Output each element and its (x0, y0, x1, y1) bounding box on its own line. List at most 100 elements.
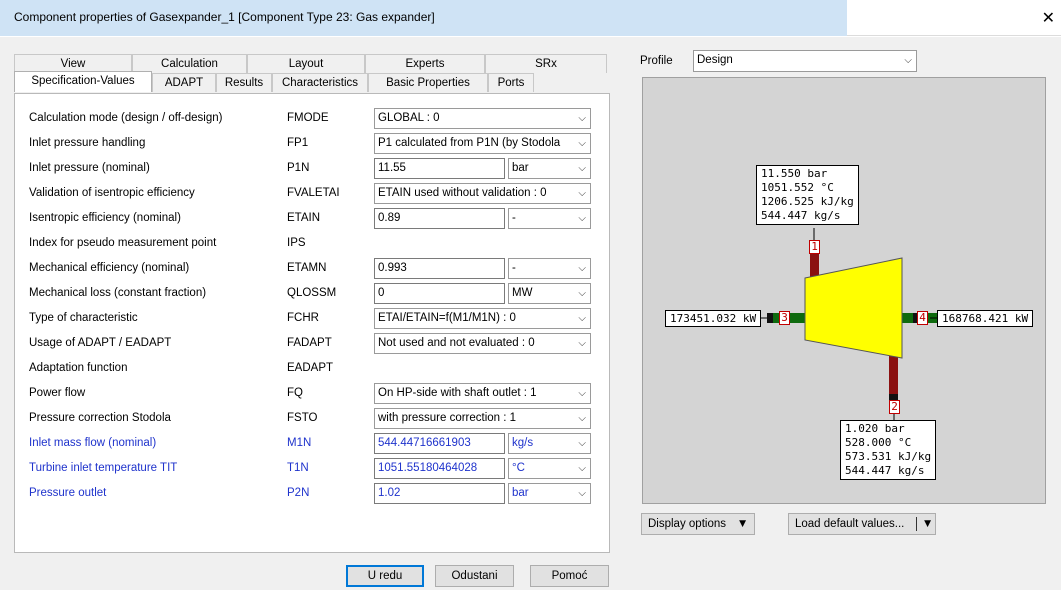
fp1-select[interactable]: P1 calculated from P1N (by Stodola ⌵ (374, 133, 591, 154)
title-bar: Component properties of Gasexpander_1 [C… (0, 0, 1061, 36)
chevron-down-icon: ⌵ (578, 388, 586, 399)
p1n-input[interactable]: 11.55 (374, 158, 505, 179)
t1n-unit: °C (512, 462, 525, 474)
row-etamn: Mechanical efficiency (nominal) ETAMN 0.… (29, 258, 594, 280)
port-4-label[interactable]: 4 (917, 311, 928, 325)
fq-select[interactable]: On HP-side with shaft outlet : 1 ⌵ (374, 383, 591, 404)
code-fp1: FP1 (287, 137, 309, 149)
t1n-input[interactable]: 1051.55180464028 (374, 458, 505, 479)
code-t1n: T1N (287, 462, 309, 474)
tab-layout[interactable]: Layout (247, 54, 365, 73)
etain-input[interactable]: 0.89 (374, 208, 505, 229)
fp1-value: P1 calculated from P1N (by Stodola (378, 137, 561, 149)
m1n-unit: kg/s (512, 437, 534, 449)
m1n-unit-select[interactable]: kg/s ⌵ (508, 433, 591, 454)
label-ips: Index for pseudo measurement point (29, 237, 217, 249)
chevron-down-icon: ⌵ (578, 288, 586, 299)
port-2-label[interactable]: 2 (889, 400, 900, 414)
code-etamn: ETAMN (287, 262, 327, 274)
help-button[interactable]: Pomoć (530, 565, 609, 587)
tab-results[interactable]: Results (216, 73, 272, 92)
label-qlossm: Mechanical loss (constant fraction) (29, 287, 207, 299)
row-fmode: Calculation mode (design / off-design) F… (29, 108, 594, 130)
close-icon[interactable]: ✕ (1042, 8, 1055, 27)
outlet-enthalpy: 573.531 kJ/kg (845, 450, 932, 463)
code-fadapt: FADAPT (287, 337, 332, 349)
label-fvaletai: Validation of isentropic efficiency (29, 187, 195, 199)
code-eadapt: EADAPT (287, 362, 334, 374)
chevron-down-icon: ⌵ (578, 338, 586, 349)
fsto-value: with pressure correction : 1 (378, 412, 517, 424)
p1n-unit-select[interactable]: bar ⌵ (508, 158, 591, 179)
etamn-unit-select[interactable]: - ⌵ (508, 258, 591, 279)
chevron-down-icon: ⌵ (578, 413, 586, 424)
triangle-down-icon[interactable]: ▼ (924, 514, 931, 534)
etain-unit-select[interactable]: - ⌵ (508, 208, 591, 229)
chevron-down-icon: ⌵ (578, 213, 586, 224)
etamn-input[interactable]: 0.993 (374, 258, 505, 279)
inlet-enthalpy: 1206.525 kJ/kg (761, 195, 854, 208)
label-fadapt: Usage of ADAPT / EADAPT (29, 337, 172, 349)
outlet-pressure: 1.020 bar (845, 422, 905, 435)
label-fsto: Pressure correction Stodola (29, 412, 171, 424)
row-ips: Index for pseudo measurement point IPS (29, 233, 594, 255)
row-t1n: Turbine inlet temperature TIT T1N 1051.5… (29, 458, 594, 480)
tab-specification-values[interactable]: Specification-Values (14, 71, 152, 92)
profile-select[interactable]: Design ⌵ (693, 50, 917, 72)
triangle-down-icon: ▼ (739, 519, 746, 529)
chevron-down-icon: ⌵ (576, 134, 586, 153)
label-fp1: Inlet pressure handling (29, 137, 146, 149)
label-eadapt: Adaptation function (29, 362, 128, 374)
label-fmode: Calculation mode (design / off-design) (29, 112, 223, 124)
p2n-input[interactable]: 1.02 (374, 483, 505, 504)
label-fchr: Type of characteristic (29, 312, 138, 324)
tab-srx[interactable]: SRx (485, 54, 607, 73)
inlet-temperature: 1051.552 °C (761, 181, 834, 194)
code-etain: ETAIN (287, 212, 321, 224)
fadapt-value: Not used and not evaluated : 0 (378, 337, 535, 349)
p2n-unit-select[interactable]: bar ⌵ (508, 483, 591, 504)
t1n-unit-select[interactable]: °C ⌵ (508, 458, 591, 479)
chevron-down-icon: ⌵ (578, 463, 586, 474)
label-t1n: Turbine inlet temperature TIT (29, 462, 178, 474)
tab-ports[interactable]: Ports (488, 73, 534, 92)
chevron-down-icon: ⌵ (578, 313, 586, 324)
fsto-select[interactable]: with pressure correction : 1 ⌵ (374, 408, 591, 429)
code-qlossm: QLOSSM (287, 287, 337, 299)
label-m1n: Inlet mass flow (nominal) (29, 437, 157, 449)
row-fq: Power flow FQ On HP-side with shaft outl… (29, 383, 594, 405)
code-p2n: P2N (287, 487, 310, 499)
code-p1n: P1N (287, 162, 310, 174)
fchr-select[interactable]: ETAI/ETAIN=f(M1/M1N) : 0 ⌵ (374, 308, 591, 329)
shaft-out-power: 168768.421 kW (937, 310, 1034, 327)
row-fvaletai: Validation of isentropic efficiency FVAL… (29, 183, 594, 205)
fvaletai-select[interactable]: ETAIN used without validation : 0 ⌵ (374, 183, 591, 204)
tab-basic-properties[interactable]: Basic Properties (368, 73, 488, 92)
specification-panel: Calculation mode (design / off-design) F… (14, 93, 610, 553)
shaft-left-end (767, 313, 773, 323)
outlet-massflow: 544.447 kg/s (845, 464, 925, 477)
label-etamn: Mechanical efficiency (nominal) (29, 262, 190, 274)
label-p1n: Inlet pressure (nominal) (29, 162, 150, 174)
tab-experts[interactable]: Experts (365, 54, 485, 73)
code-fq: FQ (287, 387, 303, 399)
ok-button[interactable]: U redu (346, 565, 424, 587)
fadapt-select[interactable]: Not used and not evaluated : 0 ⌵ (374, 333, 591, 354)
row-eadapt: Adaptation function EADAPT (29, 358, 594, 380)
load-defaults-label: Load default values... (795, 518, 905, 530)
fmode-select[interactable]: GLOBAL : 0 ⌵ (374, 108, 591, 129)
tab-characteristics[interactable]: Characteristics (272, 73, 368, 92)
load-default-values-button[interactable]: Load default values... ▼ (788, 513, 936, 535)
port-1-label[interactable]: 1 (809, 240, 820, 254)
cancel-button[interactable]: Odustani (435, 565, 514, 587)
shaft-in-power: 173451.032 kW (665, 310, 762, 327)
row-m1n: Inlet mass flow (nominal) M1N 544.447166… (29, 433, 594, 455)
inlet-massflow: 544.447 kg/s (761, 209, 841, 222)
row-etain: Isentropic efficiency (nominal) ETAIN 0.… (29, 208, 594, 230)
port-3-label[interactable]: 3 (779, 311, 790, 325)
m1n-input[interactable]: 544.44716661903 (374, 433, 505, 454)
tab-adapt[interactable]: ADAPT (152, 73, 216, 92)
qlossm-unit-select[interactable]: MW ⌵ (508, 283, 591, 304)
display-options-button[interactable]: Display options ▼ (641, 513, 755, 535)
qlossm-input[interactable]: 0 (374, 283, 505, 304)
